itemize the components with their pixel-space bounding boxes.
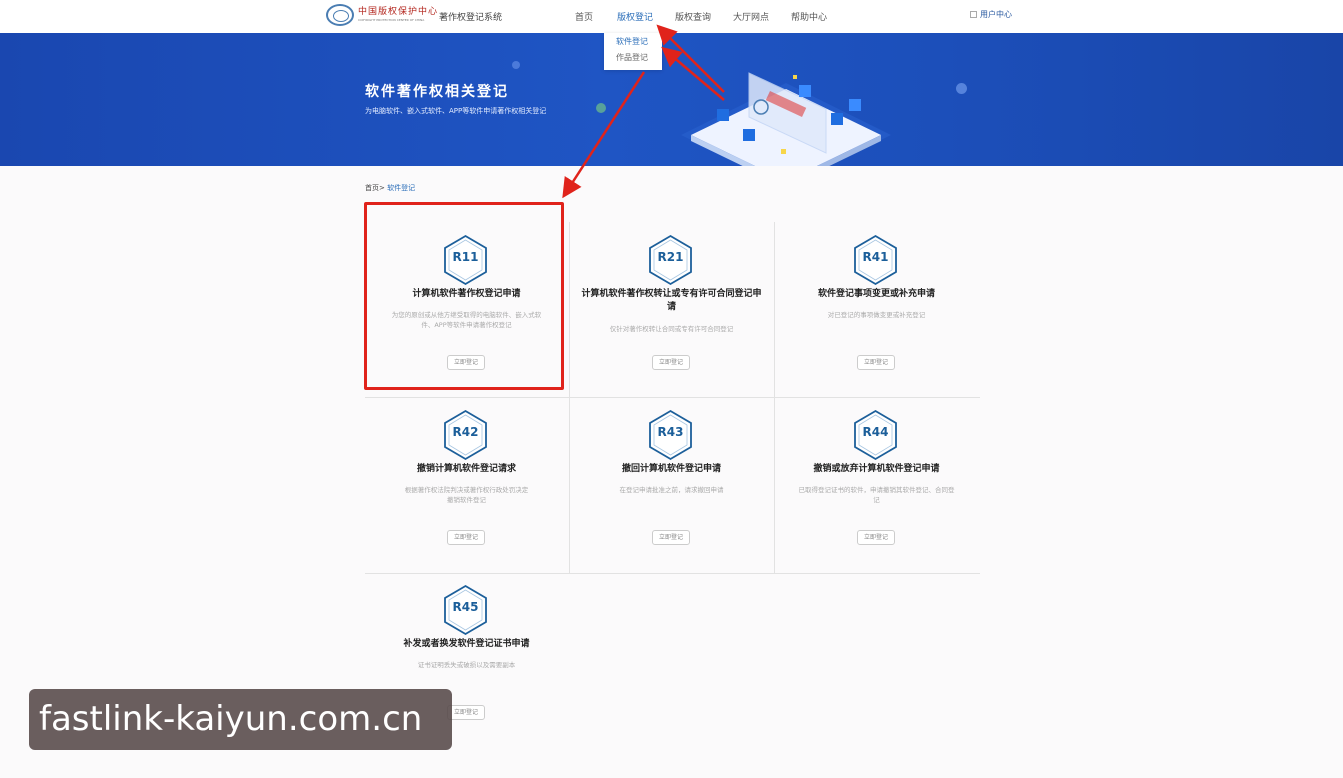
- system-name: 著作权登记系统: [439, 13, 503, 23]
- register-now-button[interactable]: 立即登记: [447, 530, 485, 545]
- isometric-platform-illustration: [681, 72, 891, 166]
- logo-chinese-name: 中国版权保护中心: [358, 7, 439, 17]
- service-card-r21[interactable]: R21 计算机软件著作权转让或专有许可合同登记申请 仅针对著作权转让合同或专有许…: [569, 198, 774, 373]
- hexagon-badge: R45: [442, 584, 489, 636]
- annotation-highlight-box: [364, 202, 564, 390]
- card-description: 证书证明丢失或破损以及需要副本: [417, 661, 516, 669]
- user-icon: [970, 11, 977, 18]
- registration-dropdown-menu: 软件登记 作品登记: [604, 33, 662, 70]
- dropdown-item-works-registration[interactable]: 作品登记: [616, 52, 648, 63]
- decor-dot: [956, 83, 967, 94]
- register-now-button[interactable]: 立即登记: [652, 355, 690, 370]
- register-now-button[interactable]: 立即登记: [652, 530, 690, 545]
- logo-english-name: COPYRIGHT PROTECTION CENTER OF CHINA: [358, 18, 425, 22]
- hexagon-badge: R43: [647, 409, 694, 461]
- register-now-button[interactable]: 立即登记: [857, 530, 895, 545]
- hexagon-badge: R44: [852, 409, 899, 461]
- banner-subtitle: 为电脑软件、嵌入式软件、APP等软件申请著作权相关登记: [365, 107, 547, 115]
- breadcrumb-home[interactable]: 首页>: [365, 184, 385, 192]
- decor-dot: [512, 61, 520, 69]
- watermark-overlay: fastlink-kaiyun.com.cn: [29, 689, 452, 750]
- nav-help-center[interactable]: 帮助中心: [791, 10, 827, 23]
- site-logo[interactable]: 中国版权保护中心 COPYRIGHT PROTECTION CENTER OF …: [326, 4, 438, 26]
- breadcrumb: 首页> 软件登记: [365, 183, 415, 193]
- card-description: 对已登记的事项做变更或补充登记: [827, 311, 926, 319]
- logo-emblem-icon: [326, 4, 354, 26]
- service-code: R41: [862, 250, 889, 264]
- top-navigation-bar: 中国版权保护中心 COPYRIGHT PROTECTION CENTER OF …: [0, 0, 1343, 33]
- service-code: R42: [452, 425, 479, 439]
- nav-service-halls[interactable]: 大厅网点: [733, 10, 769, 23]
- dropdown-item-software-registration[interactable]: 软件登记: [616, 36, 648, 47]
- service-card-r41[interactable]: R41 软件登记事项变更或补充申请 对已登记的事项做变更或补充登记 立即登记: [774, 198, 979, 373]
- service-code: R44: [862, 425, 889, 439]
- user-center-link[interactable]: 用户中心: [970, 9, 1012, 20]
- card-description: 在登记申请批准之前，请求撤回申请: [619, 486, 724, 494]
- card-title: 软件登记事项变更或补充申请: [817, 289, 935, 299]
- nav-home[interactable]: 首页: [575, 10, 593, 23]
- card-description: 仅针对著作权转让合同或专有许可合同登记: [609, 325, 734, 333]
- card-description: 根据著作权法院判决或著作权行政处罚决定撤销软件登记: [404, 486, 529, 504]
- logo-text: 中国版权保护中心 COPYRIGHT PROTECTION CENTER OF …: [358, 7, 438, 23]
- nav-copyright-registration[interactable]: 版权登记: [617, 10, 653, 23]
- service-code: R45: [452, 600, 479, 614]
- card-description: 已取得登记证书的软件，申请撤销其软件登记、合同登记: [798, 486, 955, 504]
- nav-copyright-query[interactable]: 版权查询: [675, 10, 711, 23]
- card-title: 计算机软件著作权转让或专有许可合同登记申请: [581, 289, 762, 312]
- hexagon-badge: R21: [647, 234, 694, 286]
- register-now-button[interactable]: 立即登记: [857, 355, 895, 370]
- card-title: 撤回计算机软件登记申请: [621, 464, 721, 474]
- card-title: 撤销或放弃计算机软件登记申请: [813, 464, 940, 474]
- card-title: 撤销计算机软件登记请求: [416, 464, 516, 474]
- hexagon-badge: R41: [852, 234, 899, 286]
- decor-dot: [596, 103, 606, 113]
- banner-title: 软件著作权相关登记: [365, 84, 509, 100]
- hero-banner: 软件著作权相关登记 为电脑软件、嵌入式软件、APP等软件申请著作权相关登记: [0, 33, 1343, 166]
- card-title: 补发或者换发软件登记证书申请: [403, 639, 530, 649]
- breadcrumb-current: 软件登记: [387, 184, 416, 192]
- page: 中国版权保护中心 COPYRIGHT PROTECTION CENTER OF …: [0, 0, 1343, 778]
- service-card-r42[interactable]: R42 撤销计算机软件登记请求 根据著作权法院判决或著作权行政处罚决定撤销软件登…: [364, 373, 569, 548]
- service-code: R21: [657, 250, 684, 264]
- service-code: R43: [657, 425, 684, 439]
- watermark-text: fastlink-kaiyun.com.cn: [39, 699, 423, 739]
- service-card-r44[interactable]: R44 撤销或放弃计算机软件登记申请 已取得登记证书的软件，申请撤销其软件登记、…: [774, 373, 979, 548]
- service-card-r43[interactable]: R43 撤回计算机软件登记申请 在登记申请批准之前，请求撤回申请 立即登记: [569, 373, 774, 548]
- user-center-label: 用户中心: [980, 10, 1012, 19]
- hexagon-badge: R42: [442, 409, 489, 461]
- register-now-button[interactable]: 立即登记: [447, 705, 485, 720]
